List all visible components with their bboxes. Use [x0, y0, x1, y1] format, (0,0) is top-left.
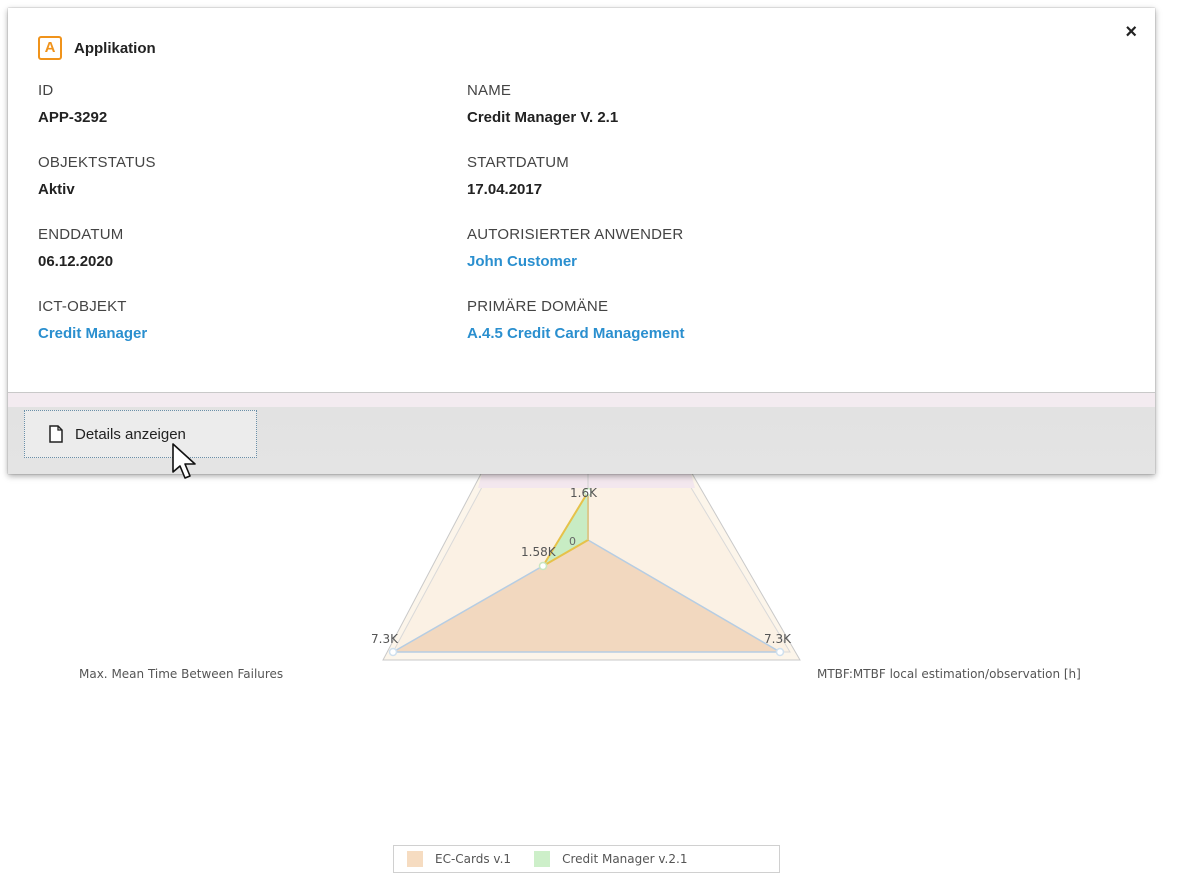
- field-label: ID: [38, 82, 54, 99]
- data-point: [775, 647, 785, 657]
- field-label: AUTORISIERTER ANWENDER: [467, 226, 684, 243]
- field-startdatum: STARTDATUM 17.04.2017: [467, 154, 569, 198]
- field-value: Aktiv: [38, 181, 75, 198]
- field-value: APP-3292: [38, 109, 108, 126]
- axis-label-mtbf-local: MTBF:MTBF local estimation/observation […: [817, 667, 1081, 681]
- field-enddatum: ENDDATUM 06.12.2020: [38, 226, 123, 270]
- value-label: 7.3K: [371, 632, 399, 646]
- close-icon[interactable]: ×: [1125, 22, 1137, 42]
- field-label: ENDDATUM: [38, 226, 124, 243]
- field-ict-objekt: ICT-OBJEKT Credit Manager: [38, 298, 147, 342]
- value-label: 1.6K: [570, 486, 598, 500]
- document-icon: [49, 425, 63, 443]
- value-label: 0: [569, 535, 576, 548]
- data-point: [388, 647, 398, 657]
- field-primaere-domaene: PRIMÄRE DOMÄNE A.4.5 Credit Card Managem…: [467, 298, 685, 342]
- field-name: NAME Credit Manager V. 2.1: [467, 82, 618, 126]
- legend-item-credit-manager[interactable]: Credit Manager v.2.1: [534, 851, 687, 867]
- field-label: OBJEKTSTATUS: [38, 154, 156, 171]
- legend-label: Credit Manager v.2.1: [562, 852, 688, 866]
- field-id: ID APP-3292: [38, 82, 107, 126]
- field-label: PRIMÄRE DOMÄNE: [467, 298, 609, 315]
- field-label: STARTDATUM: [467, 154, 569, 171]
- chart-legend: EC-Cards v.1 Credit Manager v.2.1: [393, 845, 780, 873]
- field-autorisierter-anwender: AUTORISIERTER ANWENDER John Customer: [467, 226, 683, 270]
- details-anzeigen-button[interactable]: Details anzeigen: [24, 410, 257, 458]
- field-value-link[interactable]: Credit Manager: [38, 325, 147, 342]
- field-value: Credit Manager V. 2.1: [467, 109, 619, 126]
- legend-label: EC-Cards v.1: [435, 852, 512, 866]
- details-button-label: Details anzeigen: [75, 425, 186, 443]
- data-point: [538, 561, 548, 571]
- value-label: 7.3K: [764, 632, 792, 646]
- field-objektstatus: OBJEKTSTATUS Aktiv: [38, 154, 156, 198]
- field-value-link[interactable]: John Customer: [467, 253, 683, 270]
- popup-title: Applikation: [74, 39, 156, 57]
- field-value: 06.12.2020: [38, 253, 114, 270]
- popup-header: A Applikation: [38, 36, 156, 60]
- application-info-popup: A Applikation × ID APP-3292 NAME Credit …: [8, 8, 1155, 474]
- mouse-cursor-icon: [172, 443, 196, 479]
- value-label: 1.58K: [521, 545, 557, 559]
- field-value: 17.04.2017: [467, 181, 543, 198]
- legend-swatch-ec-cards: [407, 851, 423, 867]
- field-value-link[interactable]: A.4.5 Credit Card Management: [467, 325, 685, 342]
- legend-item-ec-cards[interactable]: EC-Cards v.1: [407, 851, 511, 867]
- field-label: NAME: [467, 82, 512, 99]
- axis-label-max-mtbf: Max. Mean Time Between Failures: [79, 667, 284, 681]
- field-label: ICT-OBJEKT: [38, 298, 127, 315]
- application-type-icon: A: [38, 36, 62, 60]
- legend-swatch-credit-manager: [534, 851, 551, 867]
